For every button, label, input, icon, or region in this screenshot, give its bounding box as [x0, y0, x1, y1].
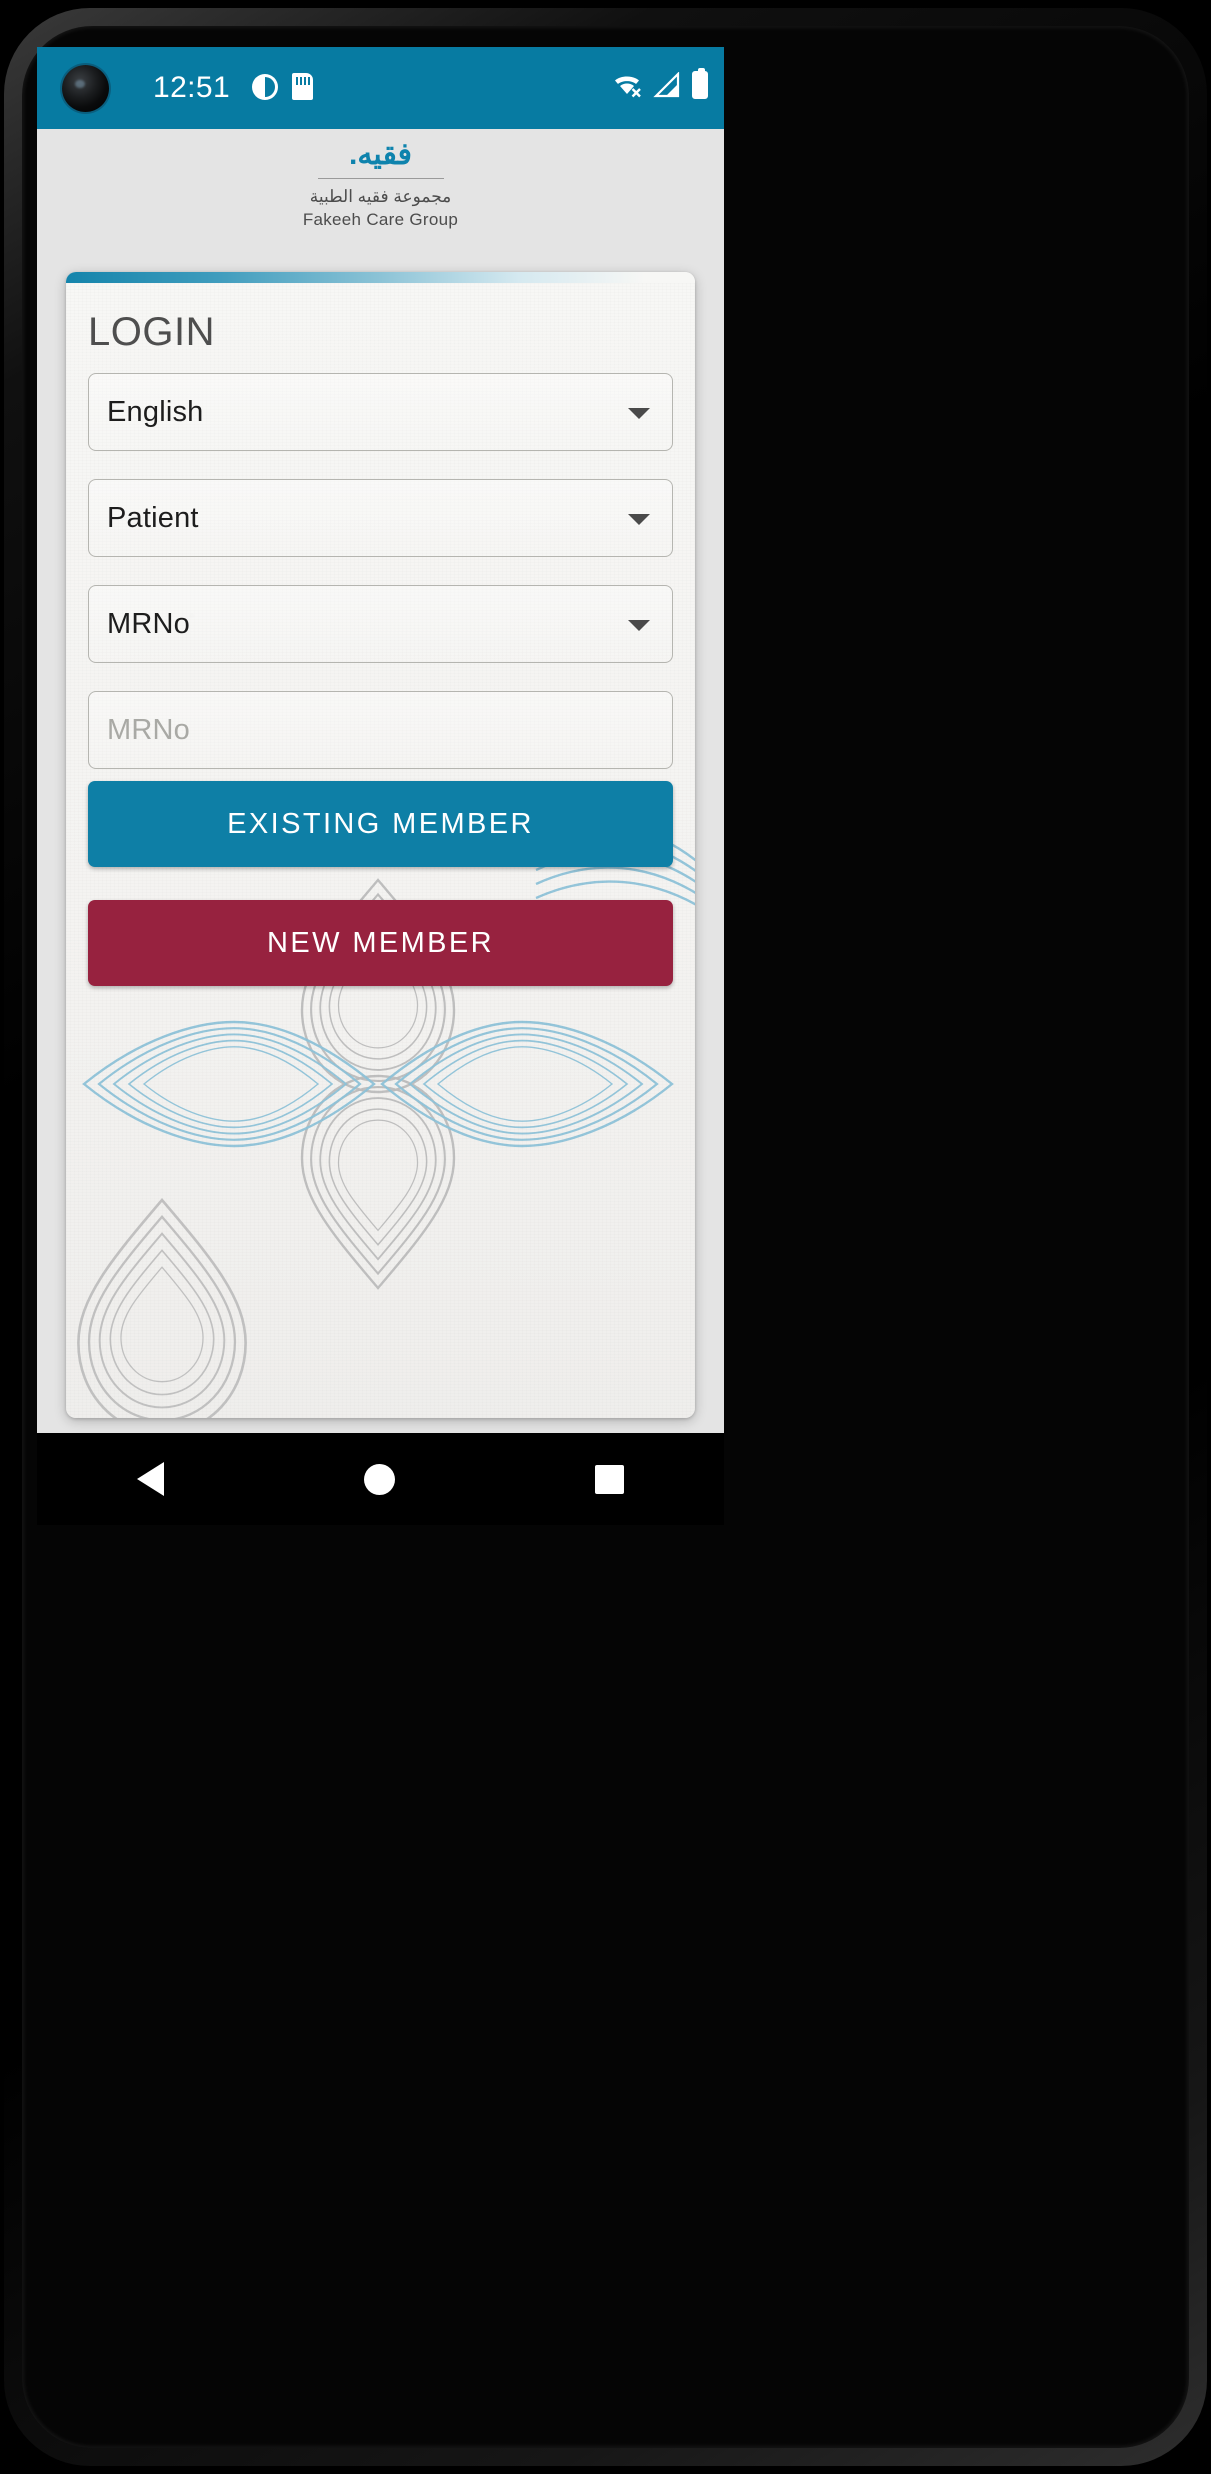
android-navigation-bar [37, 1433, 724, 1525]
user-type-select-value: Patient [107, 501, 199, 534]
new-member-button[interactable]: NEW MEMBER [88, 900, 673, 986]
page-title: LOGIN [88, 310, 215, 354]
brand-name-arabic: مجموعة فقيه الطبية [309, 187, 452, 206]
do-not-disturb-icon [252, 73, 278, 100]
front-camera-punch-hole [62, 65, 109, 112]
existing-member-button[interactable]: EXISTING MEMBER [88, 781, 673, 867]
mrno-input-placeholder: MRNo [107, 713, 190, 746]
app-body: فقيه. مجموعة فقيه الطبية Fakeeh Care Gro… [37, 129, 724, 1433]
device-frame: 12:51 فقيه. مجموعة فقيه الطبية Fakeeh Ca… [0, 0, 1211, 2474]
language-select-value: English [107, 395, 204, 428]
status-bar-right-icons [612, 68, 708, 99]
nav-home-button[interactable] [364, 1463, 395, 1495]
login-card: LOGIN English Patient MRNo MRNo EXISTING… [66, 272, 695, 1418]
phone-screen: 12:51 فقيه. مجموعة فقيه الطبية Fakeeh Ca… [37, 47, 724, 1433]
chevron-down-icon [628, 514, 650, 525]
brand-header: فقيه. مجموعة فقيه الطبية Fakeeh Care Gro… [37, 137, 724, 231]
language-select[interactable]: English [88, 373, 673, 451]
brand-name-english: Fakeeh Care Group [302, 210, 459, 229]
nav-back-button[interactable] [137, 1462, 164, 1496]
fakeeh-logo-arabic: فقيه. [349, 138, 412, 171]
wifi-off-icon [612, 72, 642, 98]
id-type-select[interactable]: MRNo [88, 585, 673, 663]
mrno-input[interactable]: MRNo [88, 691, 673, 769]
battery-full-icon [692, 68, 708, 99]
sd-card-icon [292, 73, 313, 100]
login-form: English Patient MRNo MRNo [88, 373, 673, 797]
chevron-down-icon [628, 408, 650, 419]
status-bar: 12:51 [37, 47, 724, 129]
user-type-select[interactable]: Patient [88, 479, 673, 557]
brand-divider [317, 178, 444, 179]
chevron-down-icon [628, 620, 650, 631]
id-type-select-value: MRNo [107, 607, 190, 640]
cellular-signal-icon [653, 71, 681, 98]
status-bar-clock: 12:51 [153, 71, 231, 104]
status-bar-left-icons [252, 73, 313, 100]
nav-recents-button[interactable] [595, 1464, 624, 1494]
card-accent-bar [66, 272, 695, 283]
